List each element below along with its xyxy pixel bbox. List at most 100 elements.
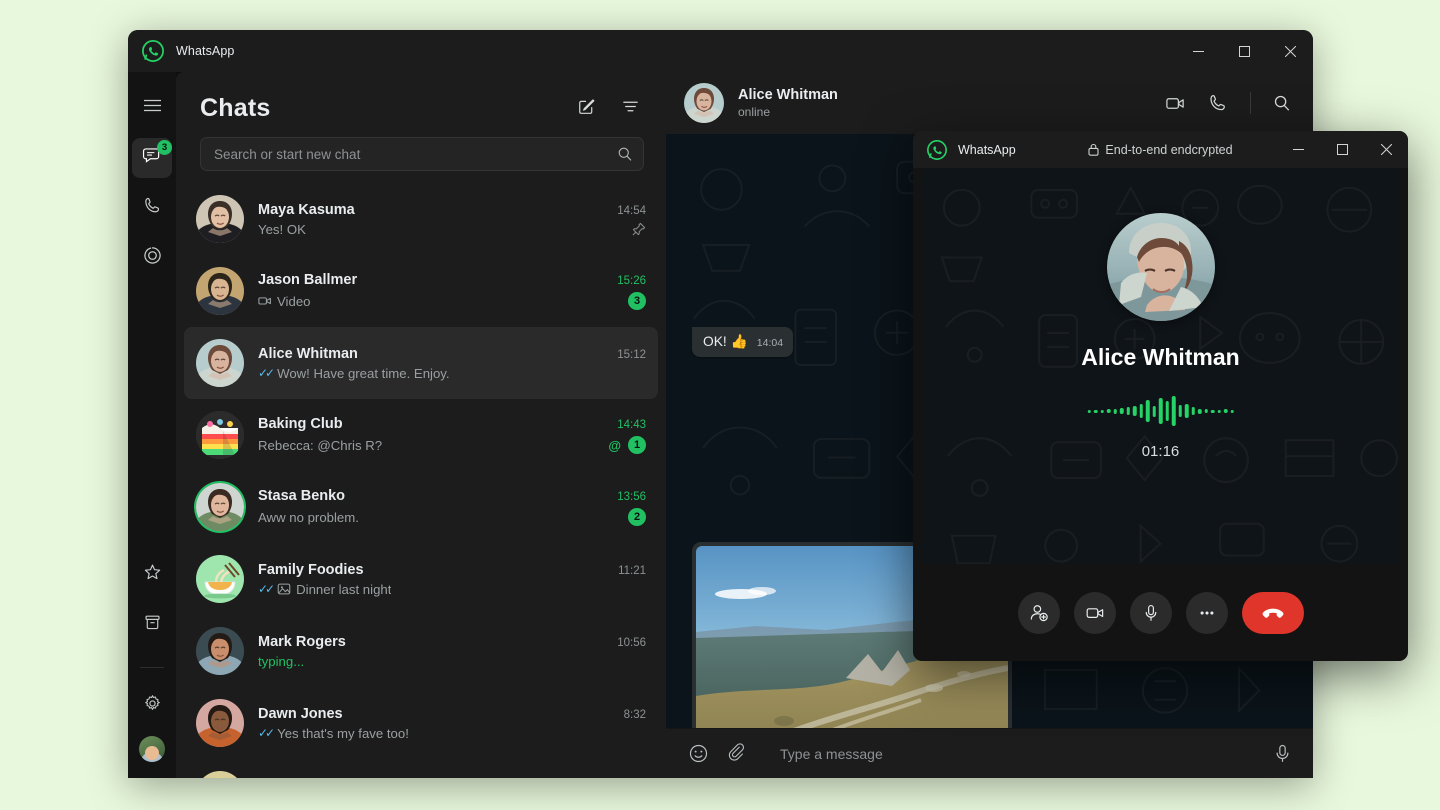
call-minimize-button[interactable]: [1276, 131, 1320, 168]
waveform-bar: [1230, 410, 1234, 413]
read-receipt-icon: ✓✓: [258, 366, 272, 380]
search-icon: [617, 146, 633, 162]
chat-timestamp: 14:54: [609, 205, 646, 217]
chat-preview-text: Yes! OK: [258, 222, 306, 237]
end-call-button[interactable]: [1242, 592, 1304, 634]
profile-avatar[interactable]: [139, 736, 165, 762]
compose-icon: [577, 97, 596, 121]
chat-list[interactable]: Maya Kasuma 14:54 Yes! OK: [176, 181, 666, 778]
window-titlebar: WhatsApp: [128, 30, 1313, 72]
avatar: [196, 267, 244, 315]
hamburger-menu-button[interactable]: [132, 88, 172, 128]
chat-list-item-baking-club[interactable]: Baking Club 14:43 Rebecca: @Chris R? @ 1: [184, 399, 658, 471]
chat-list-item-dawn-jones[interactable]: Dawn Jones 8:32 ✓✓ Yes that's my fave to…: [184, 687, 658, 759]
filter-chats-button[interactable]: [616, 95, 644, 123]
search-in-chat-button[interactable]: [1273, 94, 1291, 112]
chat-preview-text: Dinner last night: [296, 582, 391, 597]
call-body: Alice Whitman 01:16: [922, 168, 1399, 564]
search-box[interactable]: [200, 137, 644, 171]
waveform-bar: [1120, 408, 1124, 414]
emoji-icon[interactable]: [688, 743, 709, 764]
archive-icon: [143, 613, 162, 637]
message-text: OK! 👍: [703, 334, 748, 349]
maximize-button[interactable]: [1221, 30, 1267, 72]
avatar: [196, 771, 244, 778]
video-camera-icon: [1085, 603, 1105, 623]
chat-list-item-ziggy-woodley[interactable]: Ziggy Woodley 8:12: [184, 759, 658, 778]
chat-preview-text: Aww no problem.: [258, 510, 359, 525]
avatar: [196, 483, 244, 531]
waveform-bar: [1107, 409, 1111, 413]
chat-preview-text: Video: [277, 294, 311, 309]
chat-list-header: Chats: [176, 72, 666, 129]
lock-icon: [1088, 143, 1099, 156]
sidebar-item-chats[interactable]: 3: [132, 138, 172, 178]
rail-divider: [140, 667, 164, 668]
chat-list-item-family-foodies[interactable]: Family Foodies 11:21 ✓✓ Dinner last nigh…: [184, 543, 658, 615]
message-input[interactable]: [766, 746, 1254, 762]
attachment-icon[interactable]: [727, 743, 748, 764]
add-participant-button[interactable]: [1018, 592, 1060, 634]
ellipsis-icon: [1197, 603, 1217, 623]
chats-unread-badge: 3: [157, 140, 172, 155]
toggle-video-button[interactable]: [1074, 592, 1116, 634]
waveform-bar: [1178, 405, 1182, 417]
unread-count-badge: 3: [628, 292, 646, 310]
new-chat-button[interactable]: [572, 95, 600, 123]
call-contact-name: Alice Whitman: [922, 344, 1399, 371]
sidebar-item-calls[interactable]: [132, 188, 172, 228]
window-title: WhatsApp: [176, 44, 234, 58]
sidebar-item-starred[interactable]: [132, 555, 172, 595]
waveform-bar: [1087, 410, 1091, 413]
waveform-bar: [1198, 409, 1202, 414]
sidebar-item-settings[interactable]: [132, 686, 172, 726]
chat-timestamp: 13:56: [609, 491, 646, 503]
chat-list-item-alice-whitman[interactable]: Alice Whitman 15:12 ✓✓ Wow! Have great t…: [184, 327, 658, 399]
chat-preview-text: Yes that's my fave too!: [277, 726, 409, 741]
avatar: [196, 339, 244, 387]
conversation-contact-name: Alice Whitman: [738, 87, 838, 103]
chat-timestamp: 10:56: [609, 637, 646, 649]
call-window-title: WhatsApp: [958, 143, 1016, 157]
chat-list-pane: Chats: [176, 72, 666, 778]
whatsapp-logo-icon: [142, 40, 164, 62]
star-icon: [143, 563, 162, 587]
chat-list-item-jason-ballmer[interactable]: Jason Ballmer 15:26 Video 3: [184, 255, 658, 327]
waveform-bar: [1211, 410, 1215, 413]
chat-preview-message: ✓✓ Dinner last night: [258, 582, 391, 597]
hamburger-menu-icon: [143, 96, 162, 120]
message-bubble-incoming[interactable]: OK! 👍14:04: [692, 327, 793, 357]
call-maximize-button[interactable]: [1320, 131, 1364, 168]
more-options-button[interactable]: [1186, 592, 1228, 634]
conversation-avatar[interactable]: [684, 83, 724, 123]
call-window-controls: [1276, 131, 1408, 168]
close-button[interactable]: [1267, 30, 1313, 72]
gear-icon: [143, 694, 162, 718]
chat-list-item-mark-rogers[interactable]: Mark Rogers 10:56 typing...: [184, 615, 658, 687]
microphone-icon[interactable]: [1272, 743, 1293, 764]
call-close-button[interactable]: [1364, 131, 1408, 168]
video-call-button[interactable]: [1165, 93, 1186, 114]
chat-preview-message: ✓✓ Wow! Have great time. Enjoy.: [258, 366, 450, 381]
conversation-presence-status: online: [738, 105, 838, 119]
chat-preview-message: Rebecca: @Chris R?: [258, 438, 382, 453]
waveform-bar: [1224, 409, 1228, 413]
chat-contact-name: Alice Whitman: [258, 346, 358, 362]
conversation-header: Alice Whitman online: [666, 72, 1313, 134]
search-input[interactable]: [214, 147, 617, 162]
mention-icon: @: [608, 438, 621, 453]
minimize-button[interactable]: [1175, 30, 1221, 72]
avatar: [196, 555, 244, 603]
sidebar-item-status[interactable]: [132, 238, 172, 278]
chat-list-item-maya-kasuma[interactable]: Maya Kasuma 14:54 Yes! OK: [184, 183, 658, 255]
header-divider: [1250, 92, 1251, 114]
voice-call-button[interactable]: [1208, 93, 1228, 113]
waveform-bar: [1159, 398, 1163, 424]
chat-list-item-stasa-benko[interactable]: Stasa Benko 13:56 Aww no problem. 2: [184, 471, 658, 543]
sidebar-item-archived[interactable]: [132, 605, 172, 645]
unread-count-badge: 1: [628, 436, 646, 454]
chat-preview-message: Aww no problem.: [258, 510, 359, 525]
toggle-microphone-button[interactable]: [1130, 592, 1172, 634]
chat-timestamp: 15:26: [609, 275, 646, 287]
waveform-bar: [1165, 401, 1169, 421]
